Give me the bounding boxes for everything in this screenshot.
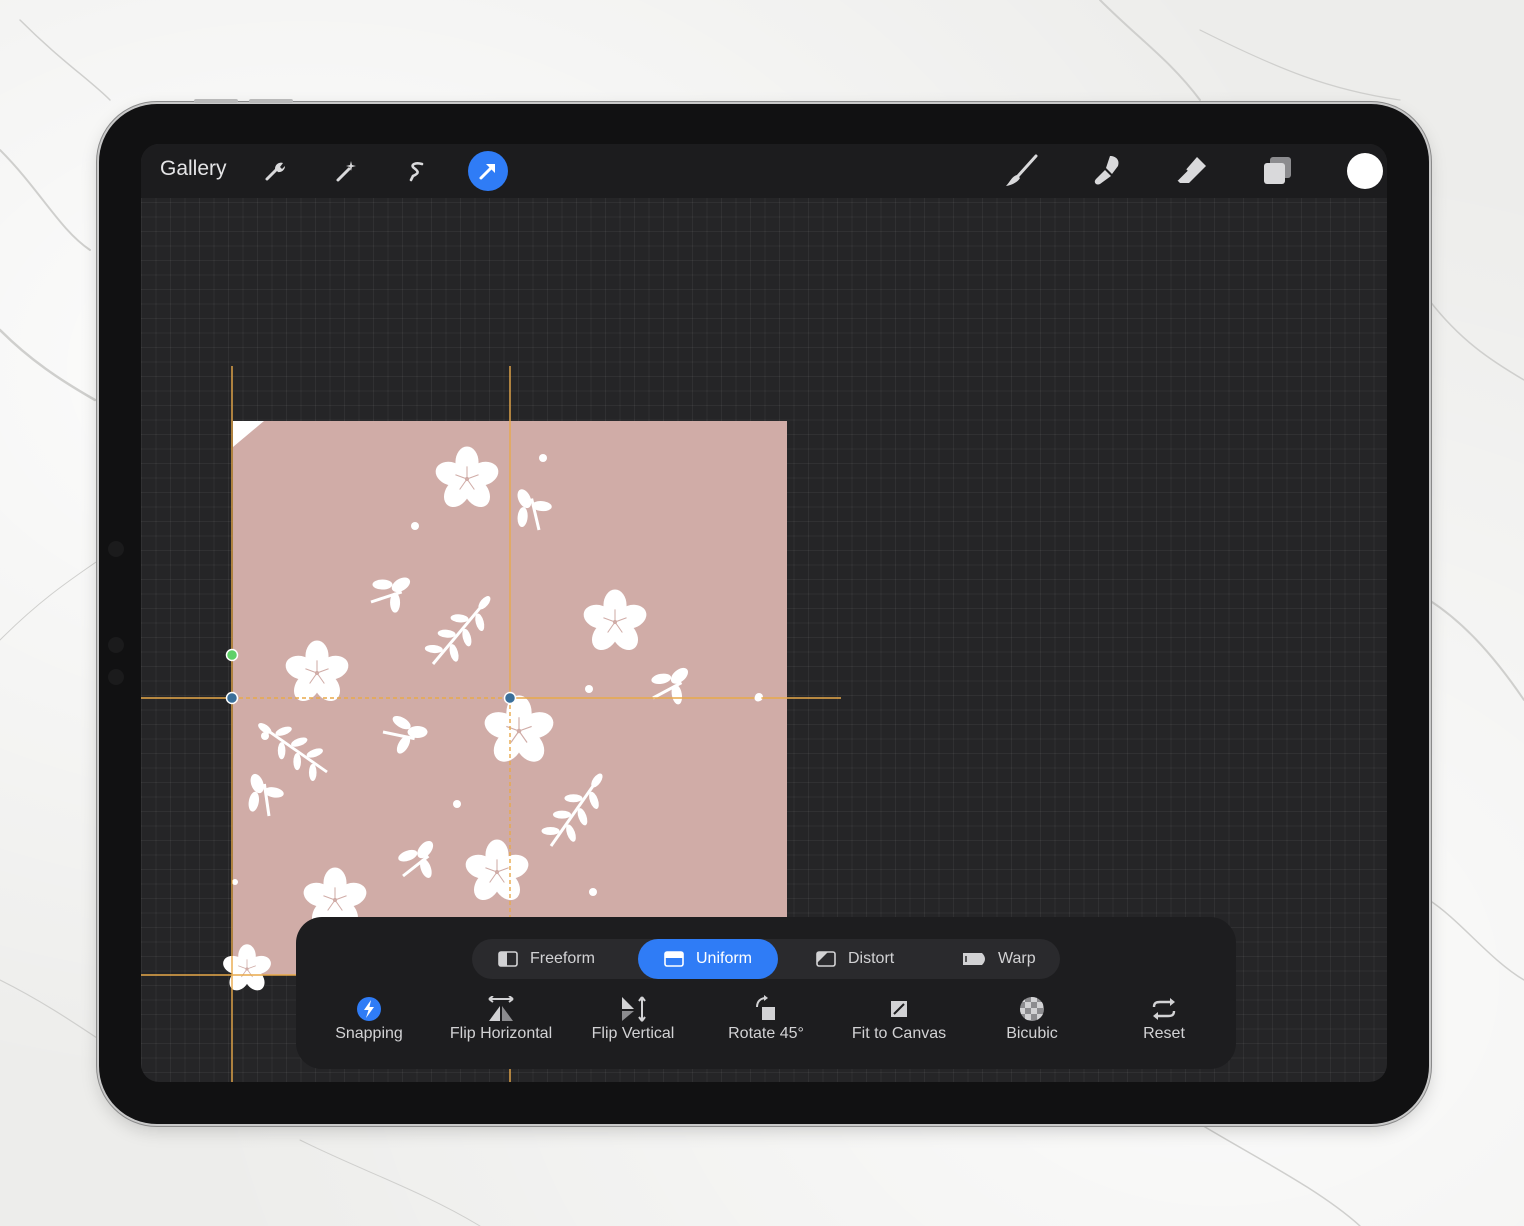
transform-icon bbox=[479, 164, 495, 180]
ipad-device: Gallery Freeform Uniform Distort Warp Sn… bbox=[99, 99, 1429, 1124]
flip-horizontal-icon bbox=[488, 996, 514, 1021]
fit-to-canvas-button[interactable]: Fit to Canvas bbox=[833, 995, 965, 1043]
magic-wand-icon bbox=[336, 161, 356, 182]
left-handle bbox=[225, 691, 239, 705]
rotate-handle bbox=[225, 648, 239, 662]
flip-horizontal-button[interactable]: Flip Horizontal bbox=[435, 995, 567, 1043]
mode-freeform[interactable]: Freeform bbox=[498, 939, 616, 979]
snapping-icon bbox=[357, 997, 381, 1021]
volume-down-button bbox=[249, 99, 293, 103]
mode-uniform[interactable]: Uniform bbox=[638, 939, 778, 979]
mode-warp-label: Warp bbox=[998, 950, 1036, 967]
freeform-icon bbox=[498, 951, 518, 967]
smudge-icon bbox=[1094, 156, 1119, 185]
mode-uniform-label: Uniform bbox=[695, 950, 752, 967]
mode-distort[interactable]: Distort bbox=[816, 939, 926, 979]
distort-icon bbox=[816, 951, 836, 967]
warp-icon bbox=[963, 953, 985, 965]
wrench-icon bbox=[265, 162, 286, 181]
layers-button[interactable] bbox=[1258, 151, 1298, 191]
mode-warp[interactable]: Warp bbox=[962, 939, 1052, 979]
uniform-icon bbox=[664, 951, 684, 967]
bicubic-button[interactable]: Bicubic bbox=[966, 995, 1098, 1043]
actions-button[interactable] bbox=[255, 151, 295, 191]
color-picker-button[interactable] bbox=[1347, 153, 1383, 189]
transform-panel: Freeform Uniform Distort Warp Snapping F… bbox=[296, 917, 1236, 1069]
fit-to-canvas-label: Fit to Canvas bbox=[851, 1025, 947, 1042]
reset-label: Reset bbox=[1143, 1025, 1185, 1042]
transform-actions: Snapping Flip Horizontal Flip Vertical R… bbox=[296, 995, 1236, 1055]
rotate-icon bbox=[756, 995, 775, 1020]
eraser-button[interactable] bbox=[1172, 151, 1212, 191]
mode-freeform-label: Freeform bbox=[530, 950, 595, 967]
brush-icon bbox=[1006, 154, 1038, 186]
reset-button[interactable]: Reset bbox=[1098, 995, 1230, 1043]
transform-button[interactable] bbox=[468, 151, 508, 191]
right-handle bbox=[754, 694, 762, 702]
snapping-button[interactable]: Snapping bbox=[303, 995, 435, 1043]
center-handle bbox=[503, 691, 517, 705]
flip-vertical-label: Flip Vertical bbox=[591, 1025, 675, 1042]
layers-icon bbox=[1264, 157, 1291, 184]
selected-layer-content[interactable] bbox=[220, 421, 787, 995]
flip-vertical-button[interactable]: Flip Vertical bbox=[567, 995, 699, 1043]
fit-to-canvas-icon bbox=[891, 1001, 907, 1017]
procreate-screen: Gallery Freeform Uniform Distort Warp Sn… bbox=[141, 144, 1387, 1082]
top-toolbar: Gallery bbox=[141, 144, 1387, 198]
bicubic-icon bbox=[1020, 997, 1044, 1021]
flip-vertical-icon bbox=[622, 996, 646, 1022]
snapping-label: Snapping bbox=[335, 1025, 403, 1042]
selection-icon bbox=[409, 162, 424, 182]
reset-icon bbox=[1152, 998, 1176, 1020]
selection-button[interactable] bbox=[397, 151, 437, 191]
smudge-button[interactable] bbox=[1087, 151, 1127, 191]
flip-horizontal-label: Flip Horizontal bbox=[449, 1025, 553, 1042]
volume-up-button bbox=[194, 99, 238, 103]
transform-mode-selector: Freeform Uniform Distort Warp bbox=[472, 939, 1060, 979]
rotate-45-label: Rotate 45° bbox=[728, 1025, 804, 1042]
gallery-button[interactable]: Gallery bbox=[160, 157, 227, 181]
brush-button[interactable] bbox=[1001, 151, 1041, 191]
adjustments-button[interactable] bbox=[326, 151, 366, 191]
bicubic-label: Bicubic bbox=[1006, 1025, 1058, 1042]
rotate-45-button[interactable]: Rotate 45° bbox=[700, 995, 832, 1043]
mode-distort-label: Distort bbox=[848, 950, 895, 967]
eraser-icon bbox=[1176, 157, 1206, 183]
